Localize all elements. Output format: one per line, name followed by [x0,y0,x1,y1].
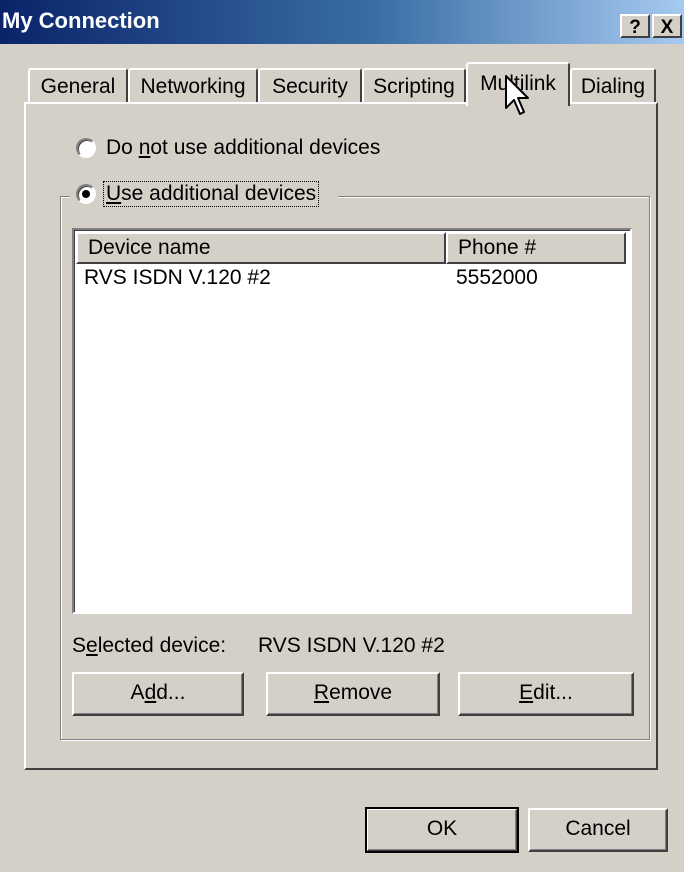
cancel-button[interactable]: Cancel [528,808,668,852]
add-button[interactable]: Add... [72,672,244,716]
label-part: emove [329,681,393,704]
edit-button[interactable]: Edit... [458,672,634,716]
device-list[interactable]: Device name Phone # RVS ISDN V.120 #2 55… [72,228,632,614]
selected-device-value: RVS ISDN V.120 #2 [258,634,445,657]
remove-button[interactable]: Remove [266,672,440,716]
radio-dot [82,190,90,198]
accelerator-key: n [138,136,151,159]
accelerator-key: e [86,634,98,657]
column-header-device-name[interactable]: Device name [76,232,446,264]
list-item[interactable]: RVS ISDN V.120 #2 5552000 [76,264,628,294]
label-part: Do [106,136,139,159]
label-part: se additional devices [121,182,317,205]
label-part: A [130,681,145,704]
ok-button[interactable]: OK [365,807,519,853]
radio-use-additional[interactable] [76,184,96,204]
accelerator-key: R [313,681,330,704]
label-part: d... [156,681,186,704]
accelerator-key: U [106,182,122,205]
arrow-cursor-icon [505,75,529,115]
phone-cell: 5552000 [456,266,538,289]
radio-use-additional-label[interactable]: Use additional devices [102,181,320,207]
device-name-cell: RVS ISDN V.120 #2 [84,266,271,289]
label-part: lected device: [97,634,227,657]
column-header-phone[interactable]: Phone # [446,232,626,264]
accelerator-key: E [519,681,534,704]
label-part: ot use additional devices [150,136,381,159]
accelerator-key: d [144,681,157,704]
dialog-window: My Connection ? X General Networking Sec… [0,0,684,872]
radio-do-not-use[interactable] [76,138,96,158]
radio-do-not-use-label[interactable]: Do not use additional devices [106,136,380,160]
label-part: S [72,634,87,657]
panel-content: Do not use additional devices Use additi… [0,0,684,872]
label-part: dit... [533,681,573,704]
selected-device-label: Selected device: [72,634,226,658]
